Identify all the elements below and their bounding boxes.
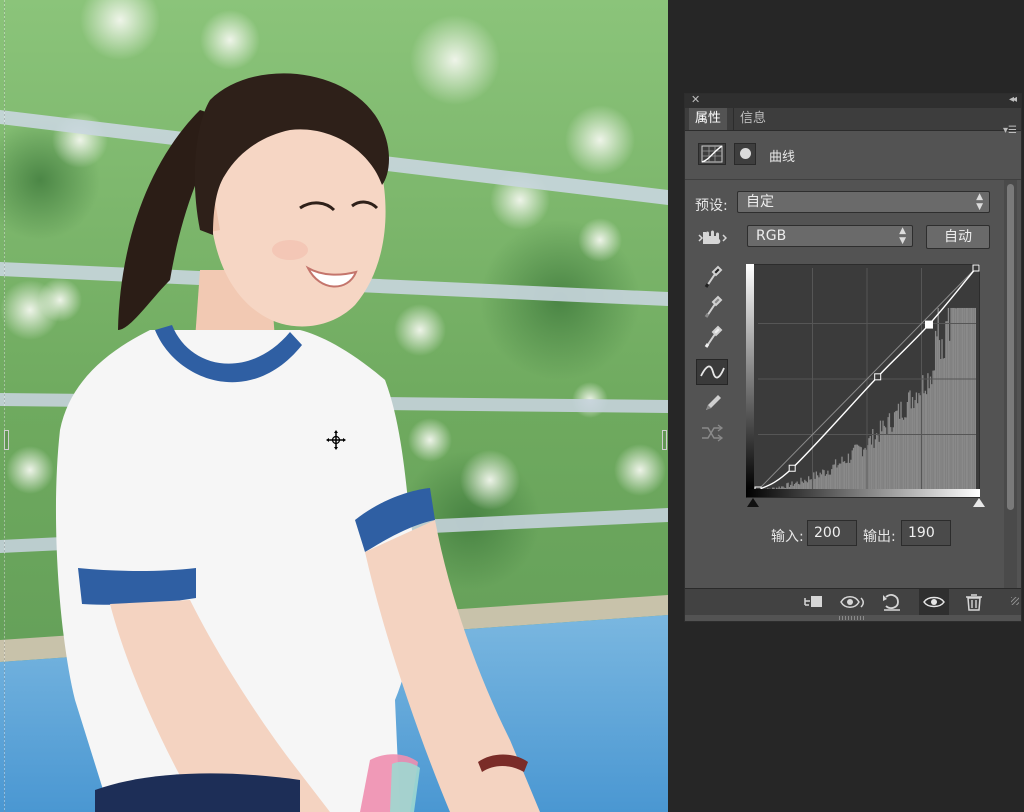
smooth-curve-icon[interactable] [696,420,728,446]
input-value-field[interactable]: 200 [807,520,857,546]
tab-info[interactable]: 信息 [733,108,772,130]
panel-resize-grip[interactable] [839,616,865,620]
curves-graph[interactable] [746,264,980,498]
curve-point[interactable] [972,264,980,272]
view-previous-state-icon[interactable] [837,589,867,615]
image-canvas[interactable] [0,0,668,812]
dropdown-arrows-icon: ▲ ▼ [899,226,906,246]
on-image-adjustment-hand-icon[interactable] [697,226,729,250]
auto-button[interactable]: 自动 [926,225,990,249]
white-point-slider[interactable] [973,498,985,507]
pencil-icon[interactable] [696,390,728,416]
adjustment-header: 曲线 [685,132,1021,172]
adjustment-title: 曲线 [769,150,796,165]
scrollbar-thumb[interactable] [1007,184,1014,510]
black-point-slider[interactable] [747,498,759,507]
canvas-resize-handle-left[interactable] [4,430,9,450]
dropdown-arrows-icon: ▲ ▼ [976,192,983,212]
curve-point-tool-icon[interactable] [696,359,728,385]
output-label: 输出: [863,529,896,545]
reset-icon[interactable] [877,589,907,615]
collapse-panel-icon[interactable]: ◂◂ [1009,93,1017,107]
close-icon[interactable]: ✕ [691,93,700,107]
channel-value: RGB [756,228,787,244]
preset-dropdown[interactable]: 自定 ▲ ▼ [737,191,990,213]
layer-mask-icon[interactable] [734,143,756,165]
curves-adjustment-icon[interactable] [698,143,726,165]
panel-scrollbar[interactable] [1004,180,1017,588]
preset-value: 自定 [746,194,774,210]
panel-resize-corner[interactable] [1011,597,1019,605]
properties-panel: ✕ ◂◂ 属性 信息 ▾☰ 曲线 预设: 自定 ▲ ▼ RGB ▲ ▼ 自动 输… [684,93,1022,622]
canvas-edge [4,0,5,812]
clip-to-layer-icon[interactable] [799,589,829,615]
tab-properties[interactable]: 属性 [689,108,728,130]
curve-point-selected[interactable] [924,320,933,329]
input-label: 输入: [771,529,804,545]
photo [0,0,668,812]
channel-dropdown[interactable]: RGB ▲ ▼ [747,225,913,247]
trash-icon[interactable] [959,589,989,615]
midtone-eyedropper-icon[interactable] [696,294,728,320]
curve-point[interactable] [874,373,882,381]
divider [685,179,1021,180]
highlight-eyedropper-icon[interactable] [696,324,728,350]
visibility-eye-icon[interactable] [919,589,949,615]
curve-point[interactable] [788,464,796,472]
panel-bottom-bar [685,588,1021,615]
panel-title-bar: ✕ ◂◂ [685,93,1021,108]
shadow-eyedropper-icon[interactable] [696,264,728,290]
input-gradient-bar [746,489,980,497]
preset-label: 预设: [695,198,728,214]
panel-tabs: 属性 信息 ▾☰ [685,108,1021,136]
output-value-field[interactable]: 190 [901,520,951,546]
canvas-resize-handle-right[interactable] [662,430,667,450]
